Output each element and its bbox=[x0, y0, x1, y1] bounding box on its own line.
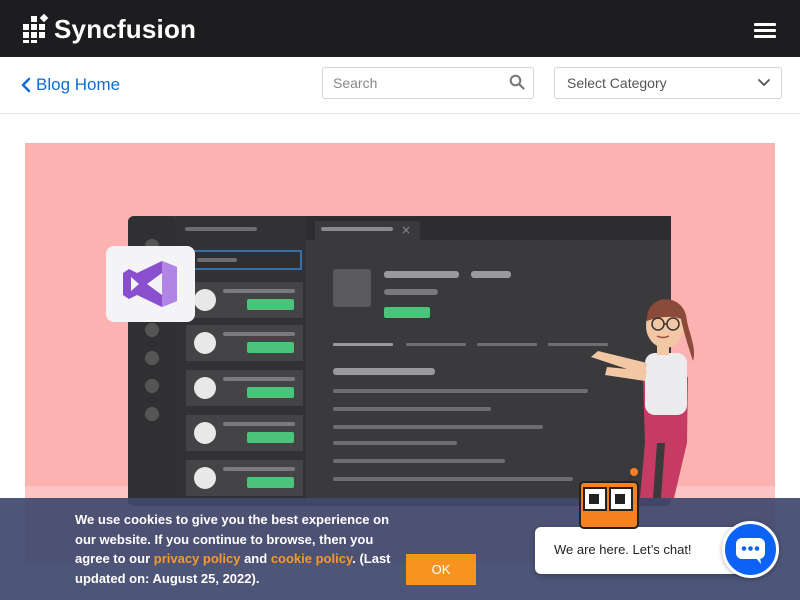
cookie-message: We use cookies to give you the best expe… bbox=[75, 510, 395, 588]
privacy-policy-link[interactable]: privacy policy bbox=[154, 551, 241, 566]
chat-bot-mascot-icon bbox=[579, 468, 639, 529]
chevron-down-icon bbox=[758, 79, 770, 86]
cookie-ok-button[interactable]: OK bbox=[406, 554, 476, 585]
brand-name: Syncfusion bbox=[54, 14, 197, 44]
blog-home-link[interactable]: Blog Home bbox=[20, 75, 120, 95]
chat-greeting-text: We are here. Let’s chat! bbox=[554, 542, 692, 557]
chat-open-button[interactable] bbox=[722, 521, 779, 578]
hamburger-menu-icon[interactable] bbox=[754, 23, 776, 39]
blog-home-label: Blog Home bbox=[36, 75, 121, 94]
category-select[interactable]: Select Category bbox=[554, 67, 782, 99]
syncfusion-logo[interactable]: Syncfusion bbox=[22, 12, 196, 46]
blog-subnav: Blog Home Select Category bbox=[0, 57, 800, 114]
search-input[interactable] bbox=[323, 68, 503, 98]
top-header: Syncfusion bbox=[0, 0, 800, 57]
chevron-left-icon bbox=[21, 77, 31, 93]
cookie-text-and: and bbox=[240, 551, 271, 566]
search-field[interactable] bbox=[322, 67, 534, 99]
svg-text:×: × bbox=[401, 223, 411, 237]
category-select-label: Select Category bbox=[567, 75, 667, 91]
chat-greeting-bubble[interactable]: We are here. Let’s chat! bbox=[535, 527, 745, 574]
syncfusion-logo-icon bbox=[23, 14, 49, 43]
search-icon[interactable] bbox=[509, 74, 525, 90]
chat-icon bbox=[736, 538, 765, 564]
cookie-policy-link[interactable]: cookie policy bbox=[271, 551, 352, 566]
